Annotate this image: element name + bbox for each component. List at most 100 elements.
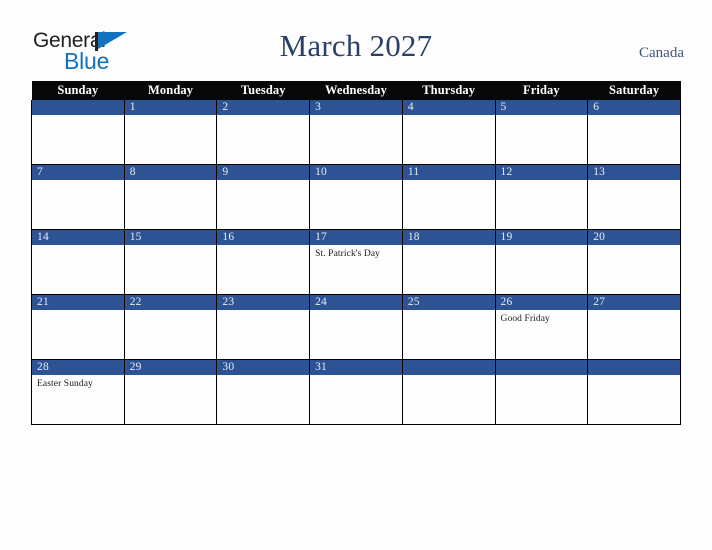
calendar-day-cell[interactable]: 1 [123,100,218,165]
day-number: 4 [402,100,495,115]
day-number: 19 [495,230,588,245]
day-content [403,180,495,229]
calendar-day-cell[interactable]: 22 [123,294,218,360]
calendar-day-cell[interactable]: 19 [494,229,589,295]
day-event-label: St. Patrick's Day [315,249,381,259]
calendar-day-cell[interactable]: 11 [401,164,496,230]
day-content: St. Patrick's Day [310,245,402,294]
calendar-day-cell[interactable]: 25 [401,294,496,360]
calendar-day-cell[interactable]: 18 [401,229,496,295]
calendar-week-row: 14 15 16 17 St. Patrick's Day 18 19 20 [31,229,681,295]
day-number: 23 [217,295,310,310]
calendar-week-row: 21 22 23 24 25 26 Good Friday 27 [31,294,681,360]
day-number: 8 [124,165,217,180]
day-content [496,245,588,294]
calendar-day-cell[interactable]: 2 [216,100,311,165]
day-content: Good Friday [496,310,588,359]
day-content [217,115,309,164]
day-event-label: Easter Sunday [37,379,93,389]
calendar-day-cell[interactable] [401,359,496,425]
day-number: 31 [310,360,402,375]
calendar-day-cell[interactable]: 14 [31,229,125,295]
day-event-label: Good Friday [500,314,550,324]
day-content [496,180,588,229]
calendar-day-cell[interactable]: 27 [587,294,681,360]
day-content [217,245,309,294]
day-content [125,115,217,164]
day-content [125,310,217,359]
day-content [310,310,402,359]
day-number: 29 [124,360,217,375]
calendar-day-cell[interactable]: 9 [216,164,311,230]
calendar-day-cell[interactable]: 21 [31,294,125,360]
calendar-day-cell[interactable] [31,100,125,165]
day-number: 25 [402,295,495,310]
day-content [588,180,680,229]
day-number: 16 [217,230,310,245]
weekday-header-monday: Monday [124,81,217,100]
calendar-day-cell[interactable] [494,359,589,425]
weekday-header-sunday: Sunday [31,81,125,100]
day-number: 27 [588,295,680,310]
calendar-day-cell[interactable]: 7 [31,164,125,230]
day-number [495,360,588,375]
calendar-day-cell[interactable]: 3 [309,100,403,165]
weekday-header-thursday: Thursday [402,81,496,100]
calendar-day-cell[interactable] [587,359,681,425]
day-content [403,310,495,359]
calendar-day-cell[interactable]: 5 [494,100,589,165]
day-number: 9 [217,165,310,180]
calendar-day-cell[interactable]: 20 [587,229,681,295]
weekday-header-row: Sunday Monday Tuesday Wednesday Thursday… [31,81,681,100]
day-content [32,310,124,359]
calendar-day-cell[interactable]: 29 [123,359,218,425]
day-content [403,115,495,164]
country-label: Canada [639,45,684,61]
day-number: 14 [32,230,124,245]
day-content [588,375,680,424]
day-content [217,180,309,229]
calendar-day-cell[interactable]: 16 [216,229,311,295]
calendar-day-cell[interactable]: 28 Easter Sunday [31,359,125,425]
calendar-day-cell[interactable]: 8 [123,164,218,230]
calendar-day-cell[interactable]: 12 [494,164,589,230]
day-content [32,245,124,294]
day-number: 6 [588,100,680,115]
calendar-day-cell[interactable]: 23 [216,294,311,360]
day-number: 20 [588,230,680,245]
calendar-day-cell[interactable]: 30 [216,359,311,425]
calendar-day-cell[interactable]: 6 [587,100,681,165]
day-content [588,310,680,359]
day-content: Easter Sunday [32,375,124,424]
day-number: 21 [32,295,124,310]
calendar-grid: Sunday Monday Tuesday Wednesday Thursday… [31,81,681,425]
calendar-day-cell[interactable]: 24 [309,294,403,360]
weekday-header-friday: Friday [495,81,588,100]
calendar-body: 1 2 3 4 5 6 7 8 9 10 11 12 13 14 15 16 17 St. Patrick's D… [31,100,681,425]
day-number [32,100,124,115]
calendar-day-cell[interactable]: 4 [401,100,496,165]
calendar-day-cell[interactable]: 31 [309,359,403,425]
day-number: 28 [32,360,124,375]
calendar-day-cell[interactable]: 13 [587,164,681,230]
calendar-day-cell[interactable]: 15 [123,229,218,295]
calendar-day-cell[interactable]: 10 [309,164,403,230]
page-title: March 2027 [279,28,433,63]
day-number: 17 [310,230,402,245]
day-content [125,375,217,424]
calendar-week-row: 123456 [31,100,681,165]
day-number: 1 [124,100,217,115]
day-content [496,375,588,424]
calendar-day-cell[interactable]: 17 St. Patrick's Day [309,229,403,295]
weekday-header-wednesday: Wednesday [309,81,403,100]
calendar-day-cell[interactable]: 26 Good Friday [494,294,589,360]
day-content [310,375,402,424]
day-number: 11 [402,165,495,180]
day-content [403,375,495,424]
day-content [217,375,309,424]
day-content [125,245,217,294]
day-number: 13 [588,165,680,180]
day-content [588,115,680,164]
day-number: 3 [310,100,402,115]
day-content [403,245,495,294]
